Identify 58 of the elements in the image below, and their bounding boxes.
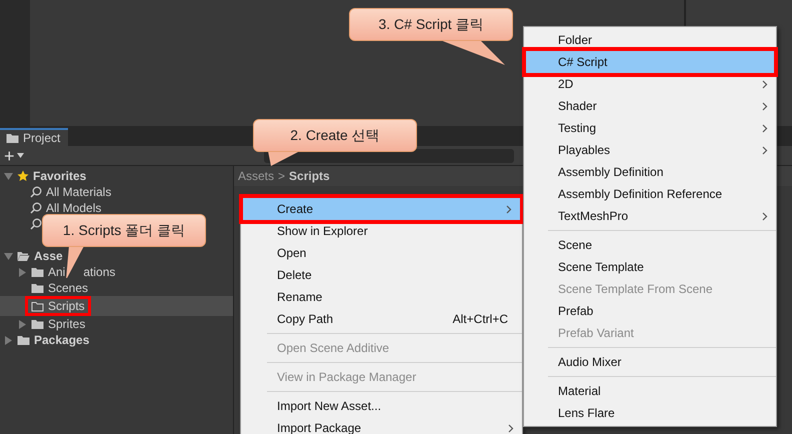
tree-item-label: ations [83,264,116,281]
menu-item[interactable]: Playables [524,139,776,161]
tree-item[interactable]: Packages [34,331,90,349]
callout-pointer [66,246,84,278]
menu-item[interactable]: 2D [524,73,776,95]
callout: 1. Scripts 폴더 클릭 [42,214,206,247]
search-icon [30,186,42,198]
breadcrumb-link[interactable]: Assets [238,167,274,185]
tree-item[interactable]: All Materials [46,183,112,201]
caret-icon [16,153,24,158]
menu-item[interactable]: Lens Flare [524,402,776,424]
star-icon [17,170,29,182]
folder-icon [17,334,30,346]
menu-item[interactable]: Open [241,242,522,264]
search-icon [30,218,42,230]
add-button[interactable]: + [4,146,24,164]
menu-item[interactable]: Material [524,380,776,402]
breadcrumb-current: Scripts [289,168,330,185]
collapsed-arrow-icon[interactable] [4,336,13,344]
menu-item[interactable]: Show in Explorer [241,220,522,242]
folder-icon [6,132,19,144]
search-icon [30,202,42,214]
menu-item[interactable]: C# Script [526,51,774,73]
menu-item[interactable]: Copy Path Alt+Ctrl+C [241,308,522,330]
expanded-arrow-icon[interactable] [4,172,13,180]
menu-item[interactable]: Import New Asset... [241,395,522,417]
breadcrumb-separator: > [278,168,286,185]
folder-icon [31,300,44,312]
callout-pointer [440,40,505,65]
expanded-arrow-icon[interactable] [4,252,13,260]
menu-item[interactable]: Rename [241,286,522,308]
menu-item[interactable]: Create [243,198,520,220]
menu-item[interactable]: Assembly Definition [524,161,776,183]
folder-icon [31,318,44,330]
menu-item[interactable]: Assembly Definition Reference [524,183,776,205]
open-folder-icon [17,250,30,262]
tree-item[interactable]: All Models [46,199,102,217]
collapsed-arrow-icon[interactable] [18,268,27,276]
folder-icon [31,282,44,294]
tree-item[interactable]: Ani [48,263,66,281]
menu-item[interactable]: Shader [524,95,776,117]
tree-item[interactable]: Asse [34,247,63,265]
menu-item[interactable]: TextMeshPro [524,205,776,227]
menu-item[interactable]: Scene Template [524,256,776,278]
callout: 2. Create 선택 [253,119,417,152]
menu-item[interactable]: Testing [524,117,776,139]
collapsed-arrow-icon[interactable] [18,320,27,328]
tab[interactable]: Project [0,128,68,146]
menu-item[interactable]: Scene [524,234,776,256]
folder-icon [31,266,44,278]
menu-item[interactable]: Folder [524,29,776,51]
menu-item[interactable]: Prefab [524,300,776,322]
menu-item[interactable]: Delete [241,264,522,286]
tree-item[interactable]: Favorites [33,167,86,185]
tree-item[interactable]: Scenes [48,279,88,297]
menu-item[interactable]: Audio Mixer [524,351,776,373]
callout: 3. C# Script 클릭 [349,8,513,41]
tree-item[interactable]: Sprites [48,315,86,333]
